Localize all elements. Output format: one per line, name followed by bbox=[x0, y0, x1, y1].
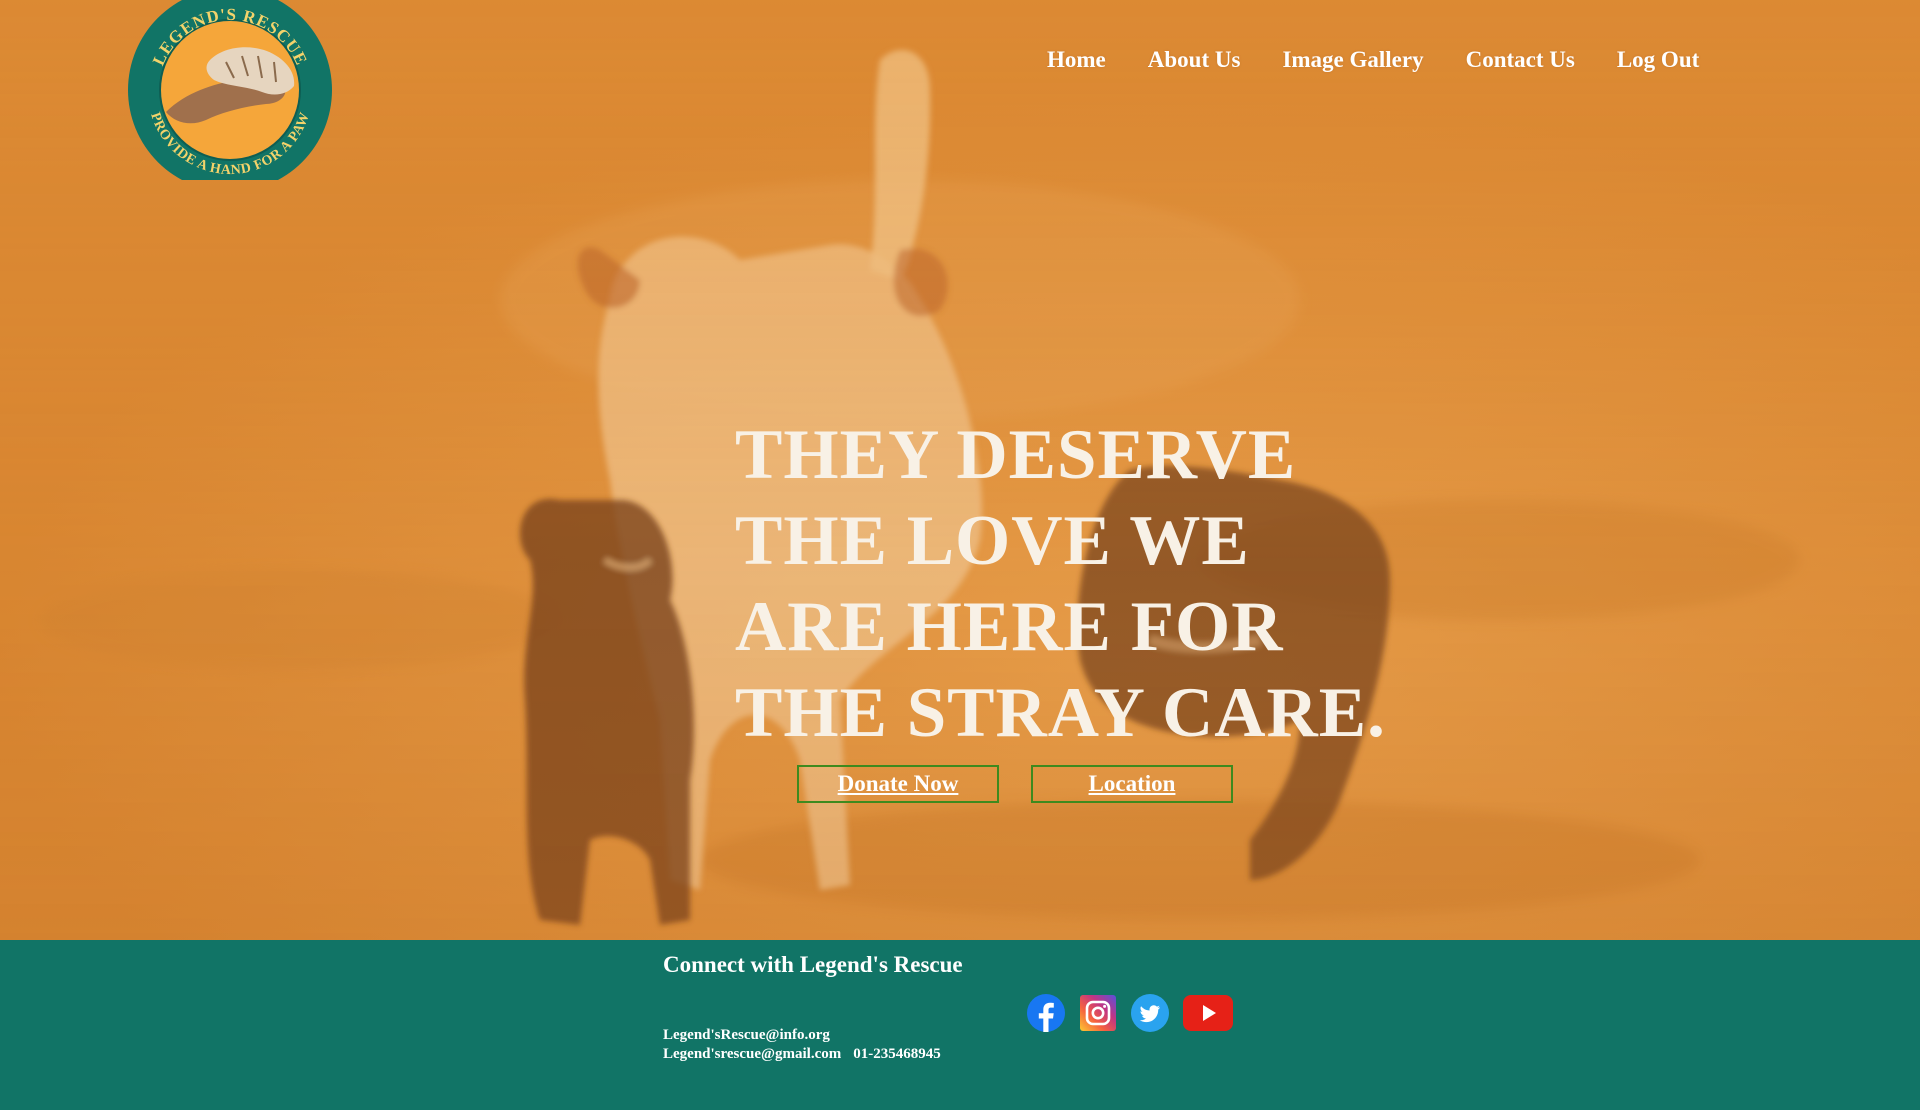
nav-about-us[interactable]: About Us bbox=[1127, 44, 1262, 76]
headline-line-4: THE STRAY CARE. bbox=[735, 674, 1386, 752]
legends-rescue-logo[interactable]: LEGEND'S RESCUE PROVIDE A HAND FOR A PAW bbox=[126, 0, 334, 192]
nav-contact-us[interactable]: Contact Us bbox=[1445, 44, 1596, 76]
headline-line-2: THE LOVE WE bbox=[735, 502, 1250, 580]
footer-contact-line: Legend'srescue@gmail.com 01-235468945 bbox=[663, 1045, 941, 1064]
footer-email-gmail: Legend'srescue@gmail.com bbox=[663, 1046, 842, 1062]
location-button[interactable]: Location bbox=[1031, 765, 1233, 803]
headline-line-3: ARE HERE FOR bbox=[735, 588, 1284, 666]
hero-section: LEGEND'S RESCUE PROVIDE A HAND FOR A PAW… bbox=[0, 0, 1920, 940]
twitter-icon[interactable] bbox=[1131, 994, 1169, 1032]
footer-phone: 01-235468945 bbox=[853, 1046, 941, 1062]
footer-title: Connect with Legend's Rescue bbox=[663, 952, 963, 977]
nav-image-gallery[interactable]: Image Gallery bbox=[1261, 44, 1444, 76]
social-links bbox=[1027, 994, 1233, 1032]
footer: Connect with Legend's Rescue Legend'sRes… bbox=[0, 940, 1920, 1110]
nav-log-out[interactable]: Log Out bbox=[1596, 44, 1720, 76]
main-nav: Home About Us Image Gallery Contact Us L… bbox=[1026, 44, 1720, 76]
headline-line-1: THEY DESERVE bbox=[735, 416, 1297, 494]
nav-home[interactable]: Home bbox=[1026, 44, 1127, 76]
donate-now-button[interactable]: Donate Now bbox=[797, 765, 999, 803]
youtube-icon[interactable] bbox=[1183, 994, 1233, 1032]
facebook-icon[interactable] bbox=[1027, 994, 1065, 1032]
instagram-icon[interactable] bbox=[1079, 994, 1117, 1032]
hero-headline: THEY DESERVE THE LOVE WE ARE HERE FOR TH… bbox=[735, 412, 1455, 756]
footer-email-info: Legend'sRescue@info.org bbox=[663, 1027, 830, 1043]
